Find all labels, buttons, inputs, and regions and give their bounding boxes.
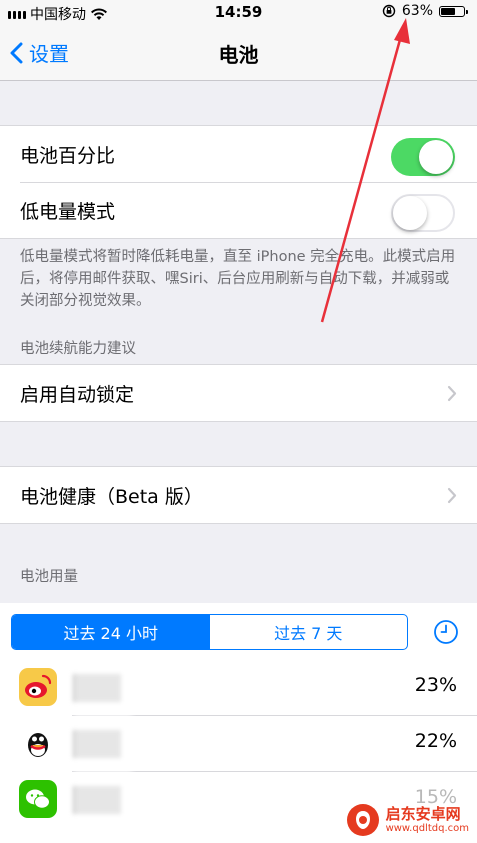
weibo-icon xyxy=(19,668,57,706)
suggestions-group: 启用自动锁定 xyxy=(0,364,477,422)
page-title: 电池 xyxy=(218,43,259,67)
navigation-bar: 设置 电池 xyxy=(0,26,477,81)
low-power-description: 低电量模式将暂时降低耗电量，直至 iPhone 完全充电。此模式启用后，将停用邮… xyxy=(20,249,456,309)
low-power-toggle[interactable] xyxy=(391,194,455,232)
app-usage-row[interactable]: 22% xyxy=(0,716,477,772)
low-power-row: 低电量模式 xyxy=(0,182,477,238)
watermark-url: www.qdltdq.com xyxy=(385,823,469,834)
battery-settings-group: 电池百分比 低电量模式 xyxy=(0,125,477,239)
status-bar: 中国移动 14:59 63% xyxy=(0,0,477,26)
battery-health-row[interactable]: 电池健康（Beta 版） xyxy=(0,467,477,523)
toggle-knob xyxy=(393,196,427,230)
segment-last-7-days[interactable]: 过去 7 天 xyxy=(210,615,408,649)
segment-last-24-hours[interactable]: 过去 24 小时 xyxy=(12,615,210,649)
battery-percentage-toggle[interactable] xyxy=(391,138,455,176)
battery-health-label: 电池健康（Beta 版） xyxy=(20,485,203,508)
battery-icon xyxy=(439,5,468,17)
watermark: 启东安卓网 www.qdltdq.com xyxy=(346,803,469,837)
wechat-icon xyxy=(19,780,57,818)
suggestions-header: 电池续航能力建议 xyxy=(20,341,136,357)
app-usage-row[interactable]: 23% xyxy=(0,660,477,716)
chevron-right-icon xyxy=(447,487,457,504)
qq-icon xyxy=(19,724,57,762)
usage-header: 电池用量 xyxy=(20,569,78,585)
battery-health-group: 电池健康（Beta 版） xyxy=(0,466,477,524)
battery-fill xyxy=(441,7,455,15)
period-segmented-control: 过去 24 小时 过去 7 天 xyxy=(11,614,408,650)
app-usage-percent: 22% xyxy=(414,730,457,752)
toggle-knob xyxy=(419,140,453,174)
auto-lock-row[interactable]: 启用自动锁定 xyxy=(0,365,477,421)
battery-percentage-label: 电池百分比 xyxy=(20,144,116,167)
chevron-right-icon xyxy=(447,385,457,402)
battery-group: 63% xyxy=(382,3,468,19)
redaction-overlay xyxy=(74,660,132,843)
app-usage-percent: 23% xyxy=(414,674,457,696)
orientation-lock-icon xyxy=(382,4,396,18)
battery-percent: 63% xyxy=(401,3,433,19)
battery-percentage-row: 电池百分比 xyxy=(0,126,477,182)
watermark-name: 启东安卓网 xyxy=(385,805,461,823)
low-power-label: 低电量模式 xyxy=(20,200,116,223)
watermark-logo-icon xyxy=(346,804,379,836)
auto-lock-label: 启用自动锁定 xyxy=(20,383,135,406)
clock-icon[interactable] xyxy=(433,619,459,645)
